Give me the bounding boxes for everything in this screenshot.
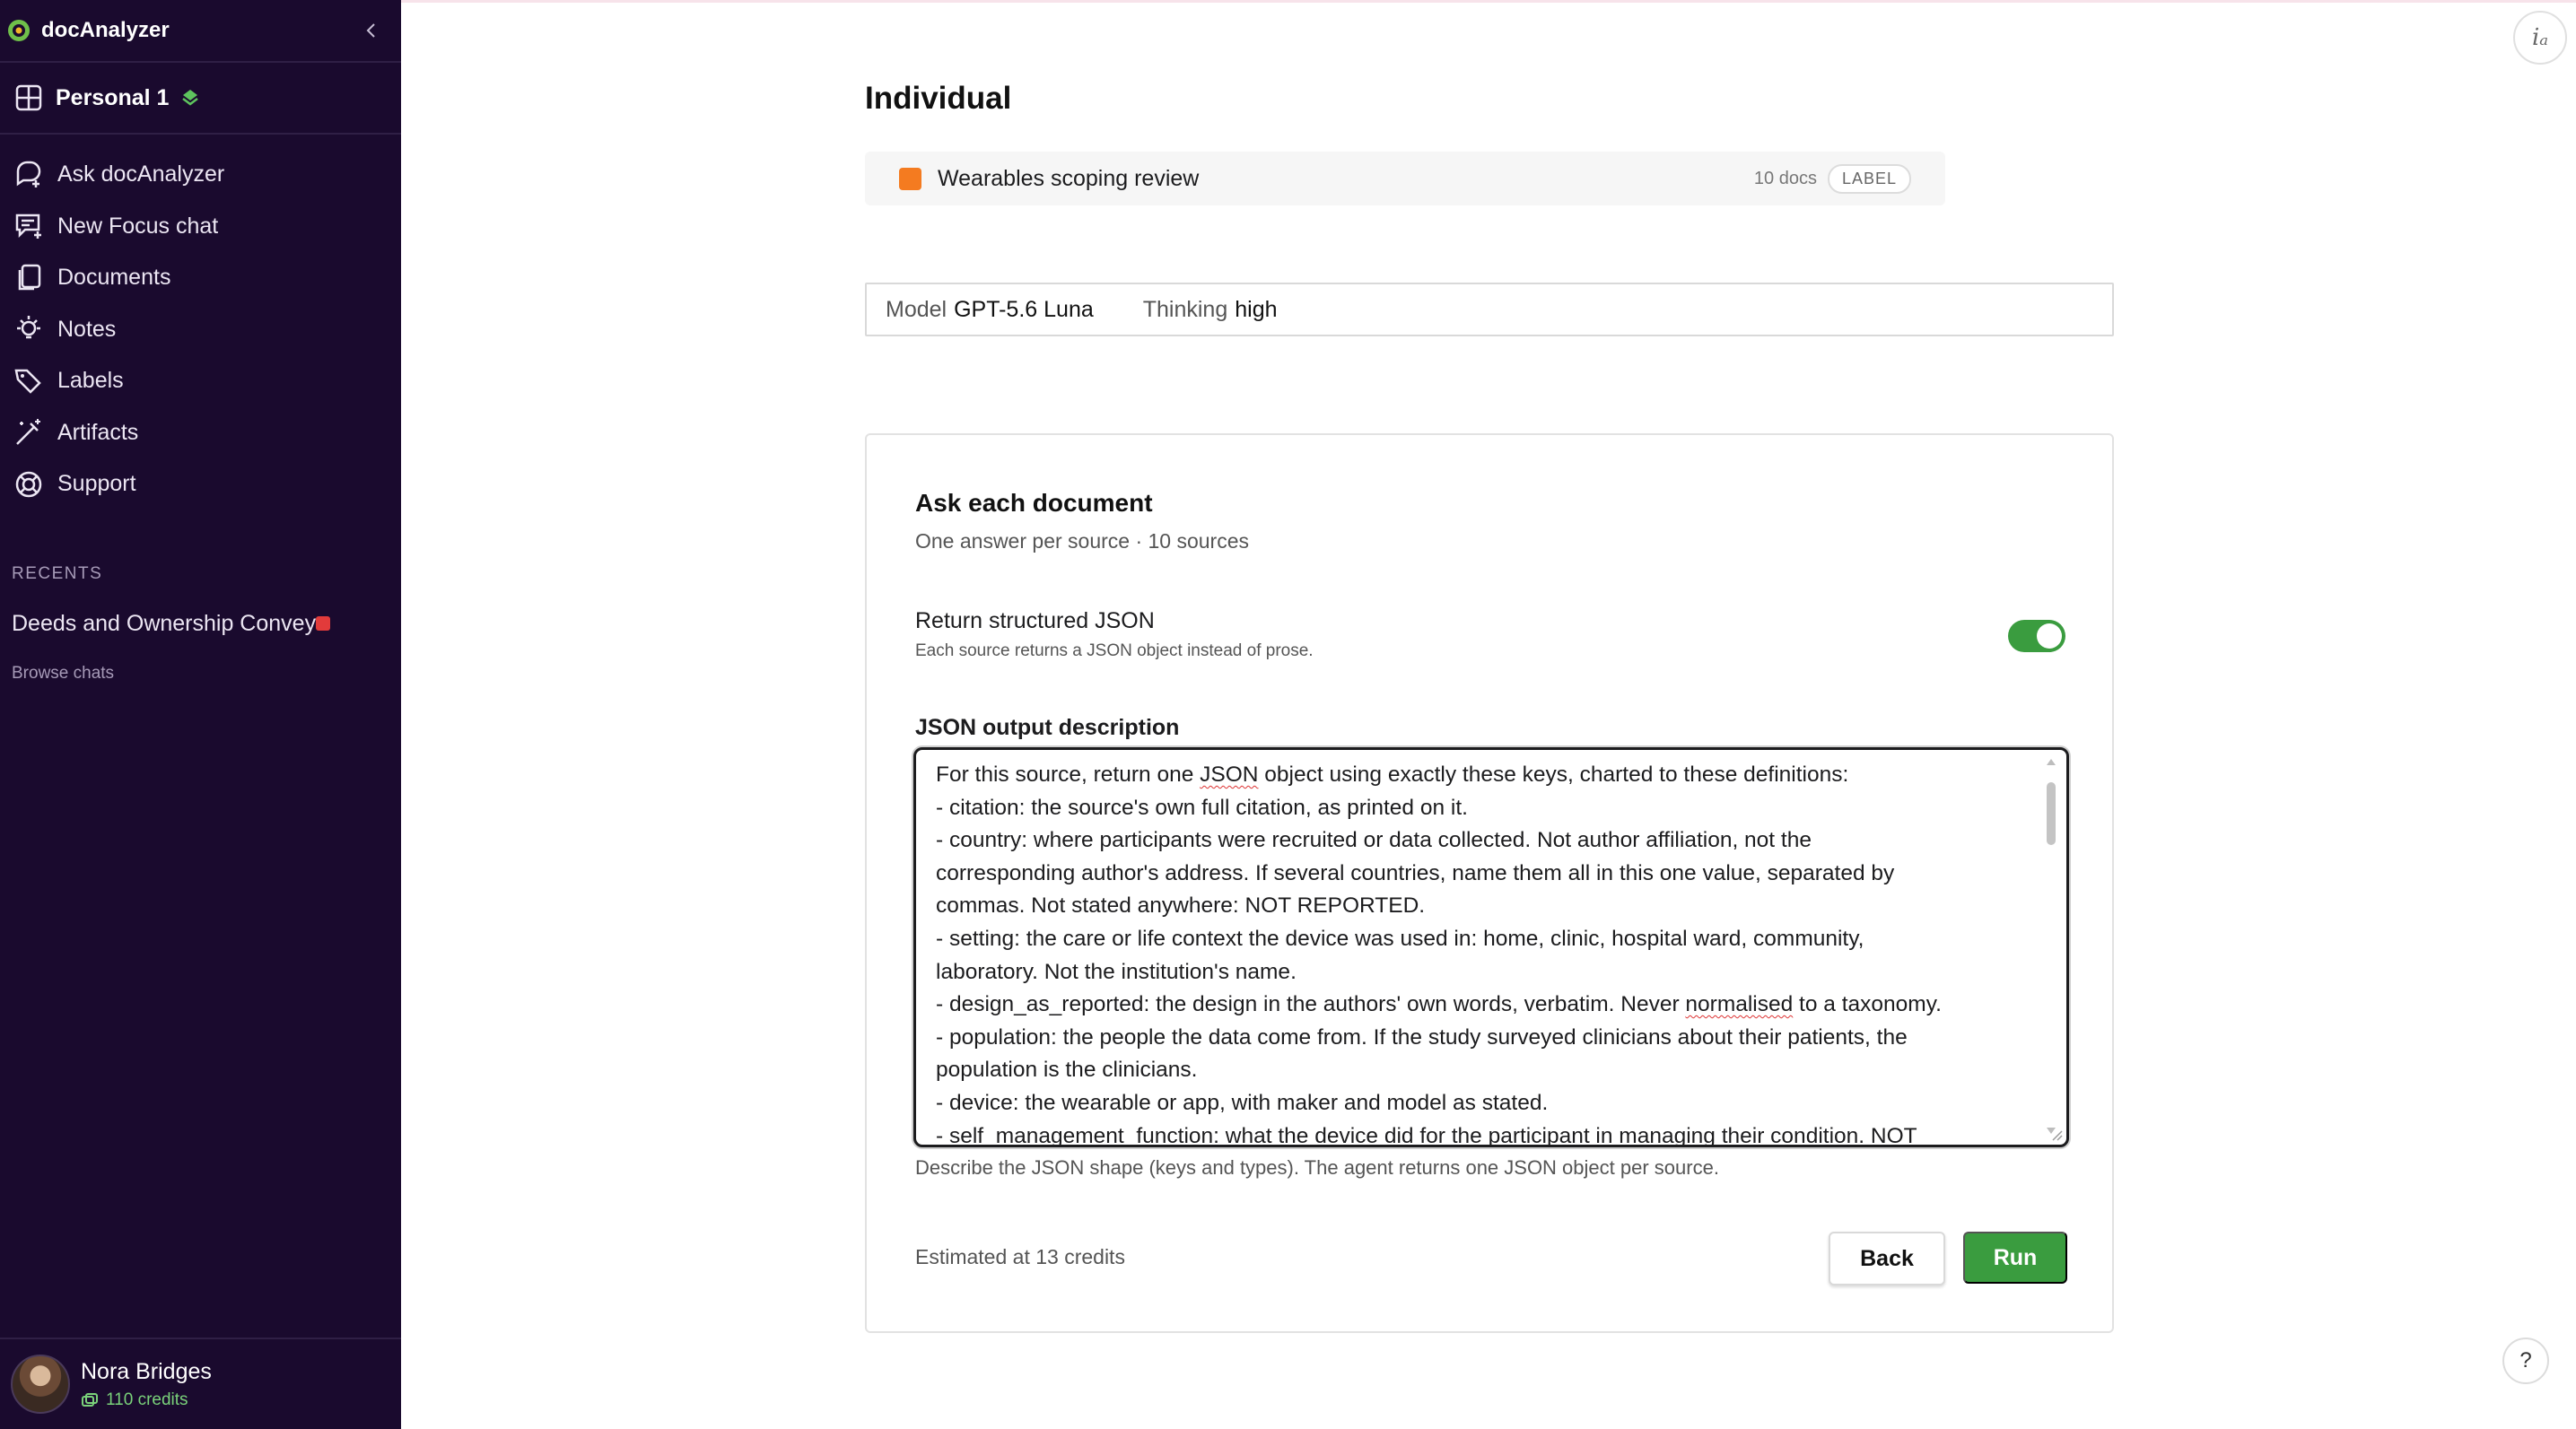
nav-item-support[interactable]: Support [0, 458, 401, 510]
nav-label: Notes [57, 316, 117, 342]
avatar [11, 1355, 70, 1414]
card-subtitle: One answer per source · 10 sources [915, 529, 1250, 553]
selected-label-row[interactable]: Wearables scoping review 10 docs LABEL [865, 152, 1945, 205]
lifebuoy-icon [15, 471, 42, 497]
nav-item-documents[interactable]: Documents [0, 252, 401, 304]
model-value: GPT-5.6 Luna [954, 296, 1094, 322]
help-button[interactable]: ? [2502, 1338, 2549, 1384]
credit-estimate: Estimated at 13 credits [915, 1245, 1125, 1268]
nav-item-notes[interactable]: Notes [0, 304, 401, 356]
nav-label: Artifacts [57, 419, 139, 445]
textarea-line: - population: the people the data come f… [936, 1024, 1908, 1050]
tags-icon [14, 369, 41, 394]
textarea-line: - citation: the source's own full citati… [936, 795, 1468, 820]
nav-label: Support [57, 471, 136, 497]
textarea-scrollbar[interactable] [2045, 759, 2057, 1134]
textarea-line: laboratory. Not the institution's name. [936, 959, 1297, 984]
scroll-up-icon[interactable] [2047, 759, 2056, 765]
info-icon: iₐ [2531, 24, 2549, 51]
unread-indicator [316, 616, 331, 631]
textarea-line: For this source, return one JSON object … [936, 762, 1849, 787]
model-settings-bar[interactable]: Model GPT-5.6 Luna Thinking high [865, 283, 2114, 336]
nav-label: New Focus chat [57, 213, 219, 239]
label-doc-count: 10 docs [1753, 168, 1817, 188]
json-toggle-label: Return structured JSON [915, 608, 1155, 633]
textarea-line: corresponding author's address. If sever… [936, 860, 1895, 885]
toggle-knob [2037, 623, 2062, 649]
nav-label: Ask docAnalyzer [57, 161, 225, 187]
credits-icon [82, 1392, 98, 1407]
back-button[interactable]: Back [1829, 1232, 1945, 1285]
lightbulb-icon [17, 316, 40, 339]
workspace-badge-icon [182, 90, 199, 106]
user-name: Nora Bridges [81, 1358, 212, 1384]
recent-chat-label: Deeds and Ownership Convey [12, 610, 317, 636]
nav-label: Labels [57, 368, 124, 394]
textarea-line: population is the clinicians. [936, 1058, 1198, 1083]
workspace-name: Personal 1 [56, 84, 170, 110]
chevron-left-icon [366, 23, 375, 38]
documents-icon [18, 264, 41, 290]
workspace-grid-icon [15, 84, 42, 111]
page-title: Individual [865, 81, 1012, 116]
docanalyzer-logo-icon [8, 20, 30, 41]
json-description-help: Describe the JSON shape (keys and types)… [915, 1156, 1719, 1179]
user-credits: 110 credits [81, 1390, 212, 1410]
nav-label: Documents [57, 265, 171, 291]
wand-icon [16, 419, 40, 446]
json-description-textarea[interactable]: For this source, return one JSON object … [913, 747, 2069, 1147]
nav-item-ask-docanalyzer[interactable]: Ask docAnalyzer [0, 149, 401, 201]
nav-item-labels[interactable]: Labels [0, 355, 401, 407]
main-nav: Ask docAnalyzer New Focus chat Documents… [0, 135, 401, 510]
thinking-value: high [1235, 296, 1278, 322]
thinking-key: Thinking [1142, 296, 1228, 322]
textarea-content[interactable]: For this source, return one JSON object … [916, 750, 2066, 1145]
collapse-sidebar-button[interactable] [358, 17, 385, 44]
structured-json-toggle[interactable] [2008, 620, 2065, 652]
card-title: Ask each document [915, 489, 1153, 517]
scroll-thumb[interactable] [2047, 782, 2056, 845]
browse-chats-link[interactable]: Browse chats [0, 664, 401, 684]
nav-item-artifacts[interactable]: Artifacts [0, 407, 401, 459]
user-profile[interactable]: Nora Bridges 110 credits [0, 1338, 401, 1429]
top-accent-line [401, 0, 2576, 3]
sidebar: docAnalyzer Personal 1 Ask docAnalyzer N… [0, 0, 401, 1429]
app-name: docAnalyzer [41, 18, 170, 42]
recent-chat-item[interactable]: Deeds and Ownership Convey [0, 611, 359, 637]
nav-item-new-focus-chat[interactable]: New Focus chat [0, 201, 401, 253]
textarea-line: commas. Not stated anywhere: NOT REPORTE… [936, 893, 1426, 919]
ask-each-document-card: Ask each document One answer per source … [865, 433, 2114, 1333]
run-button[interactable]: Run [1963, 1232, 2067, 1284]
label-color-swatch [899, 167, 921, 190]
question-icon: ? [2519, 1348, 2532, 1372]
textarea-line: - device: the wearable or app, with make… [936, 1090, 1549, 1115]
json-description-label: JSON output description [915, 715, 1180, 740]
textarea-line: - country: where participants were recru… [936, 828, 1812, 853]
workspace-switcher[interactable]: Personal 1 [0, 63, 401, 135]
credits-label: 110 credits [106, 1390, 188, 1409]
textarea-line: - setting: the care or life context the … [936, 926, 1864, 951]
focus-chat-icon [15, 214, 41, 240]
model-key: Model [886, 296, 947, 322]
label-type-badge: LABEL [1827, 163, 1911, 194]
json-toggle-help: Each source returns a JSON object instea… [915, 641, 1314, 660]
brand-header: docAnalyzer [0, 0, 401, 63]
textarea-line: - self_management_function: what the dev… [936, 1123, 1917, 1145]
info-button[interactable]: iₐ [2513, 11, 2567, 65]
resize-handle-icon[interactable] [2050, 1128, 2063, 1141]
label-name: Wearables scoping review [938, 165, 1200, 191]
ask-chat-icon [16, 161, 41, 187]
textarea-line: - design_as_reported: the design in the … [936, 992, 1942, 1017]
recents-heading: RECENTS [12, 563, 103, 583]
